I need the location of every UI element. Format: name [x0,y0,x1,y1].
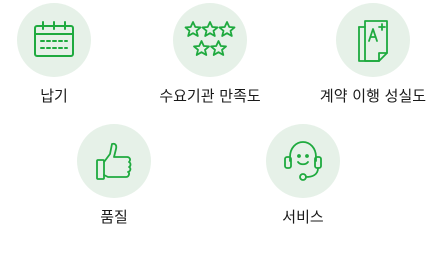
criteria-item-quality: 품질 [44,124,184,226]
icon-circle [17,3,91,77]
icon-circle [266,124,340,198]
criteria-label: 납기 [40,87,68,105]
criteria-label: 수요기관 만족도 [159,87,261,105]
criteria-item-delivery: 납기 [0,3,124,105]
criteria-item-contract-fidelity: 계약 이행 성실도 [303,3,443,105]
calendar-icon [34,21,74,57]
criteria-label: 서비스 [282,208,324,226]
thumbs-up-icon [96,142,132,180]
stars-icon [184,21,236,56]
icon-circle [336,3,410,77]
criteria-item-satisfaction: 수요기관 만족도 [140,3,280,105]
criteria-item-service: 서비스 [233,124,373,226]
criteria-label: 계약 이행 성실도 [319,87,427,105]
headset-icon [284,141,322,181]
a-plus-document-icon [358,20,388,62]
icon-circle [173,3,247,77]
icon-circle [77,124,151,198]
criteria-label: 품질 [100,208,128,226]
